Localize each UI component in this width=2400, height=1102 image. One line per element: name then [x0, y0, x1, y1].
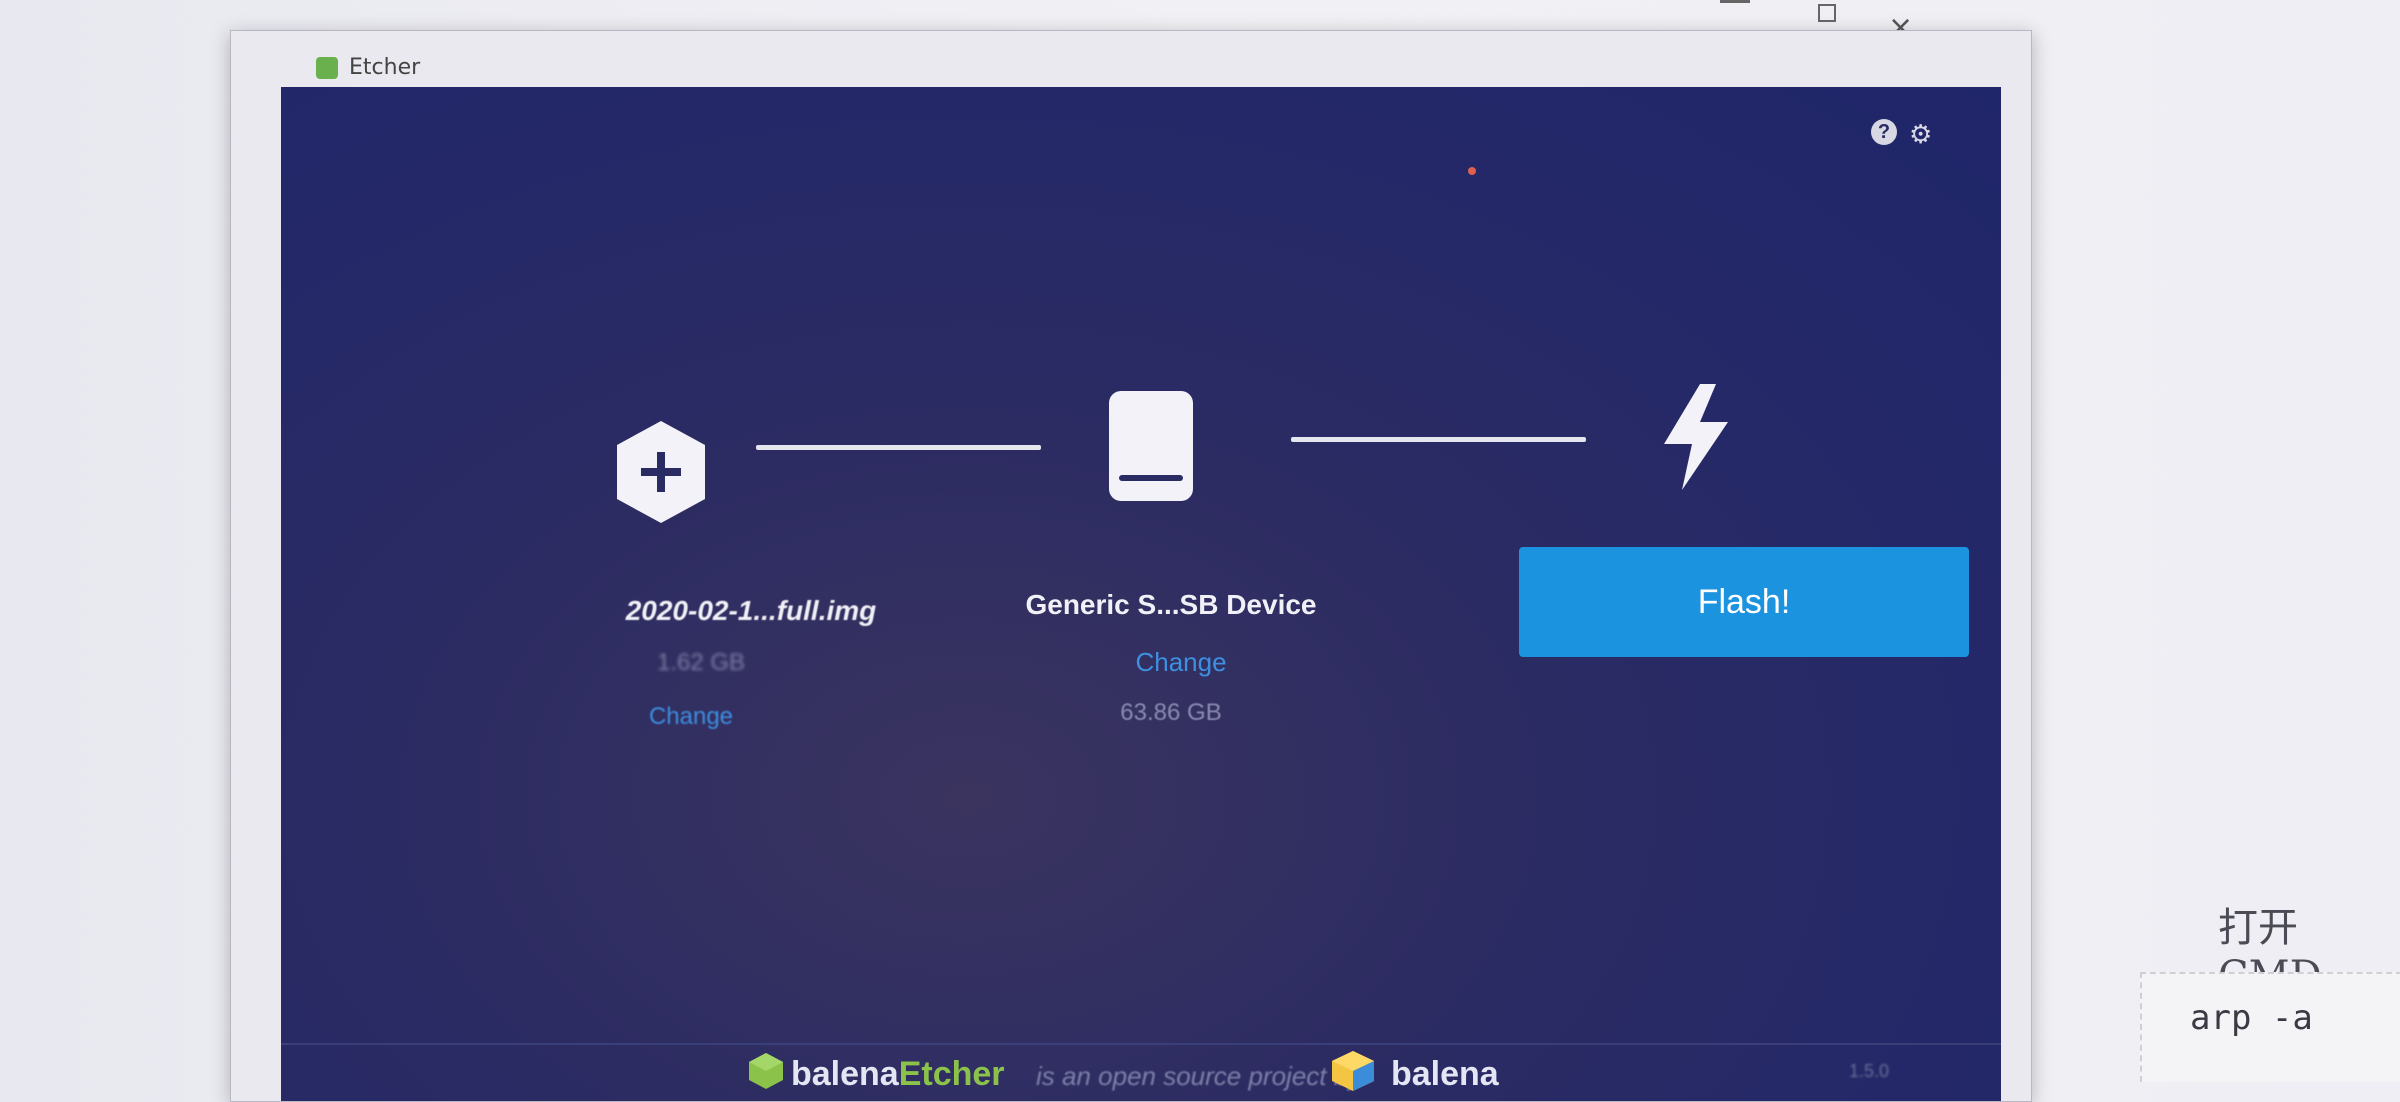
help-icon[interactable]: ? [1871, 119, 1897, 145]
change-image-link[interactable]: Change [601, 703, 781, 731]
etcher-app-icon [316, 57, 338, 79]
step-connector-1 [756, 445, 1041, 450]
app-version: 1.5.0 [1849, 1061, 1890, 1081]
gear-icon[interactable]: ⚙ [1909, 121, 1932, 147]
window-titlebar: Etcher [231, 31, 2031, 87]
step-connector-2 [1291, 437, 1586, 442]
window-title: Etcher [349, 55, 421, 80]
footer-divider [281, 1043, 2001, 1045]
minimize-icon[interactable] [1720, 0, 1750, 3]
balena-brand[interactable]: balena [1391, 1055, 1499, 1094]
etcher-brand-part-2: Etcher [898, 1055, 1005, 1093]
selected-image-size: 1.62 GB [656, 649, 746, 676]
lightning-icon [1664, 384, 1728, 490]
maximize-icon[interactable] [1818, 4, 1836, 22]
red-dot [1468, 167, 1476, 175]
flash-button[interactable]: Flash! [1519, 547, 1969, 657]
drive-icon[interactable] [1101, 387, 1201, 505]
background-code-block: arp -a [2140, 972, 2400, 1082]
selected-drive-name: Generic S...SB Device [1025, 589, 1317, 620]
etcher-logo-icon[interactable] [746, 1051, 786, 1091]
code-snippet: arp -a [2190, 998, 2313, 1038]
selected-drive-size: 63.86 GB [1120, 699, 1222, 726]
balena-logo-icon[interactable] [1329, 1049, 1377, 1093]
footer-attribution-text: is an open source project by [1036, 1061, 1362, 1091]
change-drive-link[interactable]: Change [1051, 647, 1311, 678]
etcher-window: Etcher ? ⚙ 2020-02-1...full.img 1.62 GB … [230, 30, 2032, 1102]
etcher-main-panel: ? ⚙ 2020-02-1...full.img 1.62 GB Change … [281, 87, 2001, 1101]
etcher-brand[interactable]: balenaEtcher [791, 1055, 1005, 1094]
etcher-brand-part-1: balena [791, 1055, 899, 1093]
plus-hexagon-icon[interactable] [611, 417, 711, 527]
selected-image-name: 2020-02-1...full.img [625, 595, 877, 626]
